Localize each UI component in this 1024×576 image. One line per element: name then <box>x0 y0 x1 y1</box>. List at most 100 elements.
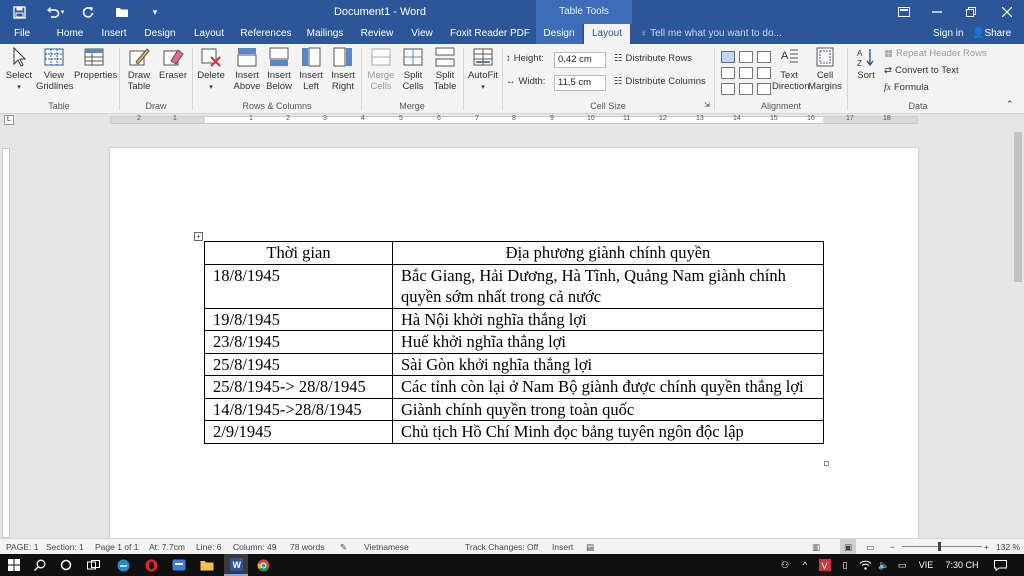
draw-table-button[interactable]: Draw Table <box>122 46 156 102</box>
tab-references[interactable]: References <box>238 24 294 44</box>
file-explorer-icon[interactable] <box>196 554 218 576</box>
align-bottom-left-icon[interactable] <box>721 83 735 95</box>
table-resize-handle-icon[interactable] <box>824 461 829 466</box>
view-gridlines-button[interactable]: View Gridlines <box>36 46 74 102</box>
zoom-in-icon[interactable]: + <box>984 539 989 555</box>
wifi-icon[interactable] <box>856 554 874 576</box>
macro-icon[interactable]: ▤ <box>586 539 594 555</box>
table-cell[interactable]: 2/9/1945 <box>204 420 393 444</box>
web-layout-icon[interactable]: ▭ <box>866 539 874 555</box>
insert-right-button[interactable]: Insert Right <box>326 46 360 102</box>
tab-home[interactable]: Home <box>50 24 90 44</box>
table-cell[interactable]: 23/8/1945 <box>204 330 393 354</box>
clock[interactable]: 7:30 CH <box>940 554 984 576</box>
edge-browser-icon[interactable] <box>112 554 134 576</box>
align-center-icon[interactable] <box>739 67 753 79</box>
table-cell[interactable]: 25/8/1945 <box>204 352 393 376</box>
tell-me-search[interactable]: ♀ Tell me what you want to do... <box>640 24 782 44</box>
tab-review[interactable]: Review <box>356 24 398 44</box>
formula-button[interactable]: fx Formula <box>884 80 929 96</box>
table-cell[interactable]: Giành chính quyền trong toàn quốc <box>392 397 824 421</box>
table-cell[interactable]: Huế khởi nghĩa thắng lợi <box>392 330 824 354</box>
windows-start-icon[interactable] <box>4 554 24 576</box>
height-input[interactable]: 0,42 cm <box>554 52 606 68</box>
align-center-right-icon[interactable] <box>757 67 771 79</box>
share-button[interactable]: 👤Share <box>972 24 1011 44</box>
tab-insert[interactable]: Insert <box>96 24 132 44</box>
split-table-button[interactable]: Split Table <box>428 46 462 102</box>
search-icon[interactable] <box>30 554 50 576</box>
restore-icon[interactable] <box>956 0 986 24</box>
vertical-ruler[interactable] <box>2 148 10 538</box>
messenger-app-icon[interactable] <box>168 554 190 576</box>
status-language[interactable]: Vietnamese <box>364 539 409 555</box>
print-layout-icon[interactable]: ▣ <box>840 539 856 555</box>
table-header-cell[interactable]: Địa phương giành chính quyền <box>392 241 824 265</box>
status-page[interactable]: PAGE: 1 <box>6 539 38 555</box>
table-cell[interactable]: Sài Gòn khởi nghĩa thắng lợi <box>392 352 824 376</box>
vertical-scrollbar[interactable] <box>1012 126 1024 538</box>
status-section[interactable]: Section: 1 <box>46 539 84 555</box>
input-language[interactable]: VIE <box>914 554 938 576</box>
tab-mailings[interactable]: Mailings <box>300 24 350 44</box>
table-cell[interactable]: 19/8/1945 <box>204 307 393 331</box>
opera-browser-icon[interactable] <box>140 554 162 576</box>
horizontal-ruler[interactable]: 2 1 1 2 3 4 5 6 7 8 9 10 11 12 13 14 15 … <box>110 115 918 124</box>
chrome-browser-icon[interactable] <box>252 554 274 576</box>
autofit-button[interactable]: AutoFit ▾ <box>466 46 500 102</box>
cell-margins-button[interactable]: Cell Margins <box>808 46 842 102</box>
table-cell[interactable]: 18/8/1945 <box>204 263 393 309</box>
status-page-of[interactable]: Page 1 of 1 <box>95 539 138 555</box>
tab-layout[interactable]: Layout <box>188 24 230 44</box>
scrollbar-thumb[interactable] <box>1014 132 1022 282</box>
align-top-left-icon[interactable] <box>721 51 735 63</box>
insert-below-button[interactable]: Insert Below <box>262 46 296 102</box>
cell-size-dialog-launcher-icon[interactable]: ⇲ <box>704 98 710 114</box>
redo-icon[interactable] <box>78 0 98 24</box>
repeat-header-rows-button[interactable]: ▦ Repeat Header Rows <box>884 46 987 62</box>
table-cell[interactable]: Bắc Giang, Hải Dương, Hà Tĩnh, Quảng Nam… <box>392 263 824 309</box>
zoom-slider-thumb[interactable] <box>938 542 941 551</box>
status-column[interactable]: Column: 49 <box>233 539 276 555</box>
keyboard-icon[interactable]: ▭ <box>894 554 910 576</box>
table-header-cell[interactable]: Thời gian <box>204 241 393 265</box>
tab-file[interactable]: File <box>6 24 38 44</box>
align-bottom-right-icon[interactable] <box>757 83 771 95</box>
table-cell[interactable]: Hà Nội khởi nghĩa thắng lợi <box>392 307 824 331</box>
document-table[interactable]: Thời gian Địa phương giành chính quyền 1… <box>204 241 824 444</box>
distribute-columns-button[interactable]: ☷ Distribute Columns <box>614 74 706 90</box>
customize-toolbar-icon[interactable]: ▾ <box>146 0 164 24</box>
status-track-changes[interactable]: Track Changes: Off <box>465 539 538 555</box>
battery-icon[interactable]: ▯ <box>838 554 852 576</box>
eraser-button[interactable]: Eraser <box>156 46 190 102</box>
tab-design[interactable]: Design <box>140 24 180 44</box>
merge-cells-button[interactable]: Merge Cells <box>364 46 398 102</box>
close-icon[interactable] <box>992 0 1022 24</box>
convert-to-text-button[interactable]: ⇄ Convert to Text <box>884 63 959 79</box>
zoom-level[interactable]: 132 % <box>996 539 1020 555</box>
minimize-icon[interactable] <box>922 0 952 24</box>
select-button[interactable]: Select ▾ <box>2 46 36 102</box>
word-app-icon[interactable]: W <box>224 554 248 576</box>
ribbon-display-options-icon[interactable] <box>892 0 916 24</box>
tab-table-layout[interactable]: Layout <box>584 24 630 44</box>
show-hidden-icons-icon[interactable]: ^ <box>798 554 812 576</box>
distribute-rows-button[interactable]: ☷ Distribute Rows <box>614 51 692 67</box>
zoom-out-icon[interactable]: − <box>890 539 895 555</box>
tab-selector-icon[interactable]: L <box>4 115 14 125</box>
read-mode-icon[interactable]: ▥ <box>812 539 820 555</box>
status-word-count[interactable]: 78 words <box>290 539 325 555</box>
status-at[interactable]: At: 7.7cm <box>149 539 185 555</box>
action-center-icon[interactable] <box>988 554 1012 576</box>
split-cells-button[interactable]: Split Cells <box>396 46 430 102</box>
sign-in-link[interactable]: Sign in <box>933 24 964 44</box>
tab-view[interactable]: View <box>404 24 440 44</box>
sort-button[interactable]: AZ Sort <box>850 46 882 102</box>
table-cell[interactable]: 25/8/1945-> 28/8/1945 <box>204 375 393 399</box>
status-insert-mode[interactable]: Insert <box>552 539 573 555</box>
delete-button[interactable]: Delete ▾ <box>194 46 228 102</box>
table-cell[interactable]: Các tỉnh còn lại ở Nam Bộ giành được chí… <box>392 375 824 399</box>
status-line[interactable]: Line: 6 <box>196 539 222 555</box>
save-icon[interactable] <box>8 0 30 24</box>
properties-button[interactable]: Properties <box>74 46 117 102</box>
